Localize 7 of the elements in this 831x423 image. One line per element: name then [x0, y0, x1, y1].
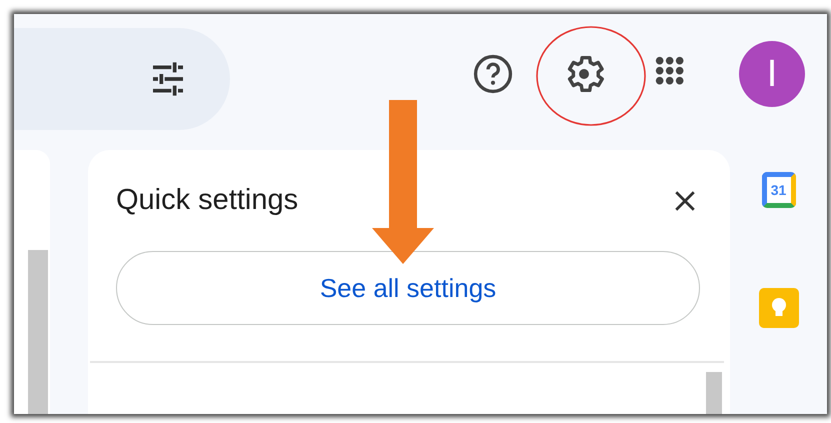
calendar-icon[interactable]: 31 — [762, 172, 796, 208]
see-all-settings-button[interactable]: See all settings — [116, 251, 700, 325]
panel-title: Quick settings — [116, 184, 298, 217]
help-icon[interactable] — [471, 52, 515, 96]
scrollbar[interactable] — [28, 250, 48, 414]
avatar[interactable]: I — [739, 41, 805, 107]
scrollbar[interactable] — [706, 372, 722, 414]
